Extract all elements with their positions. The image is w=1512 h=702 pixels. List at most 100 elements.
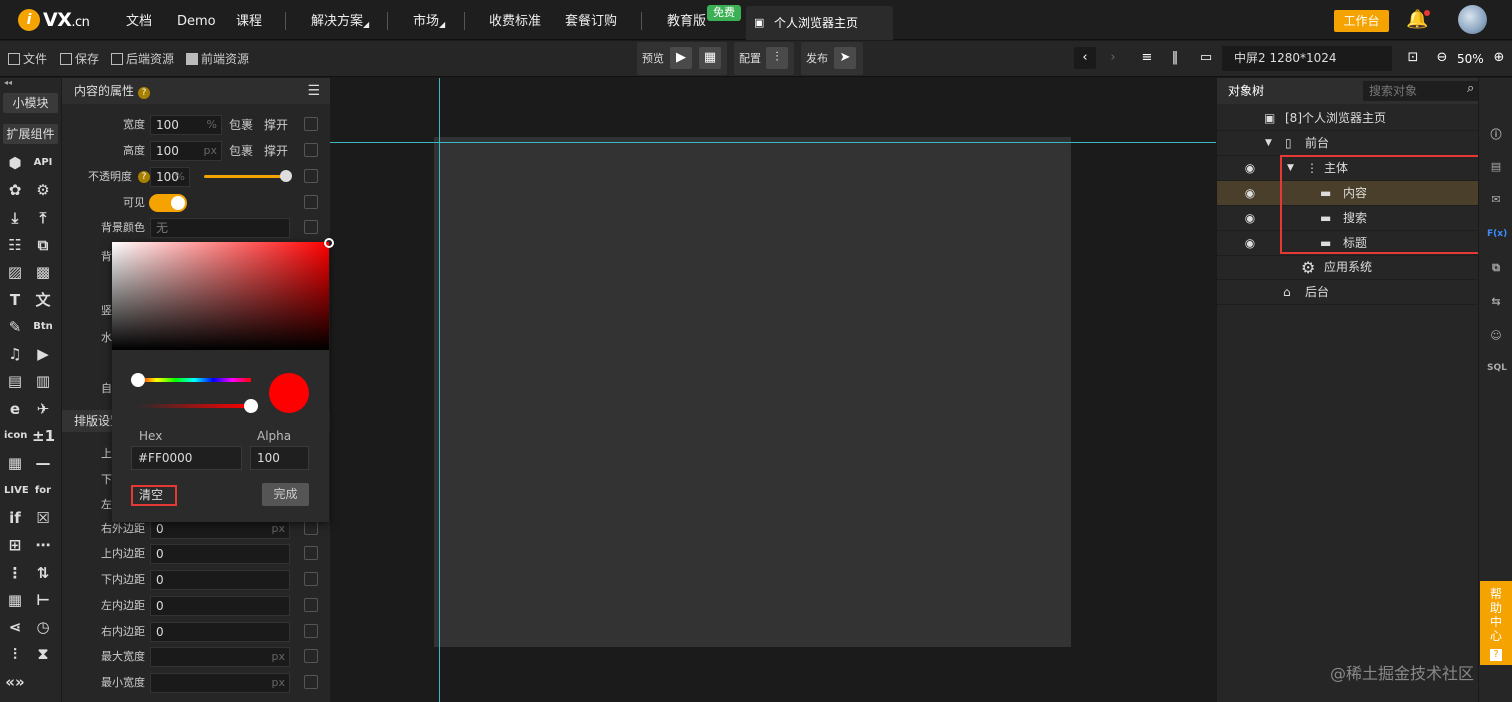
row-input[interactable]: 0 — [150, 596, 290, 616]
sql-icon[interactable]: SQL — [1487, 359, 1507, 377]
sort-icon[interactable]: ⇅ — [32, 563, 54, 583]
swap-icon[interactable]: ⇆ — [1487, 293, 1505, 311]
tree-item-frontend[interactable]: ▼ ▯ 前台 — [1217, 131, 1479, 156]
help-icon[interactable]: ? — [138, 171, 150, 183]
clock-icon[interactable]: ◷ — [32, 617, 54, 637]
copy-icon[interactable] — [304, 546, 318, 560]
code-icon[interactable]: «» — [4, 672, 26, 692]
guide-line-horizontal[interactable] — [330, 142, 1216, 143]
tab-extensions[interactable]: 扩展组件 — [3, 124, 58, 144]
video-icon[interactable]: ▶ — [32, 344, 54, 364]
back-icon[interactable]: ‹ — [1074, 47, 1096, 69]
clear-button[interactable]: 清空 — [131, 485, 177, 506]
edit-icon[interactable]: ✎ — [4, 317, 26, 337]
copy-icon[interactable] — [304, 195, 318, 209]
copy-icon[interactable] — [304, 649, 318, 663]
hex-input[interactable]: #FF0000 — [131, 446, 242, 470]
workbench-button[interactable]: 工作台 — [1334, 10, 1389, 32]
nav-docs[interactable]: 文档 — [126, 0, 152, 40]
alpha-input[interactable]: 100 — [250, 446, 309, 470]
copy-icon[interactable] — [304, 521, 318, 535]
copy-icon[interactable] — [304, 624, 318, 638]
tree-item-app-system[interactable]: ⚙ 应用系统 — [1217, 255, 1479, 280]
logo[interactable]: i VX.cn — [18, 9, 90, 31]
copy-icon[interactable] — [304, 143, 318, 157]
map-icon[interactable]: ✈ — [32, 399, 54, 419]
form-icon[interactable]: ▤ — [4, 371, 26, 391]
save-button[interactable]: 保存 — [60, 41, 99, 77]
file-button[interactable]: 文件 — [8, 41, 47, 77]
tree-item-root[interactable]: ▣ [8]个人浏览器主页 — [1217, 106, 1479, 131]
wrap-button[interactable]: 包裹 — [229, 139, 253, 163]
opacity-slider-handle[interactable] — [280, 170, 292, 182]
row-input[interactable]: 0 — [150, 544, 290, 564]
nav-pricing[interactable]: 收费标准 — [489, 0, 541, 40]
copy-icon[interactable] — [304, 675, 318, 689]
width-input[interactable]: 100% — [150, 115, 222, 135]
nav-market[interactable]: 市场◢ — [413, 0, 445, 40]
menu-icon[interactable]: ☰ — [307, 78, 320, 104]
face-icon[interactable]: ☺ — [1487, 327, 1505, 345]
zoom-in-icon[interactable]: ⊕ — [1488, 47, 1510, 69]
nav-courses[interactable]: 课程 — [236, 0, 262, 40]
search-icon[interactable]: ⌕ — [1467, 81, 1474, 96]
saturation-area[interactable] — [112, 242, 329, 350]
row-input[interactable]: px — [150, 647, 290, 667]
expand-button[interactable]: 撑开 — [264, 113, 288, 137]
copy-icon[interactable]: ⧉ — [1487, 259, 1505, 277]
cube-icon[interactable]: ⬢ — [4, 153, 26, 173]
form2-icon[interactable]: ▥ — [32, 371, 54, 391]
design-canvas-area[interactable] — [330, 78, 1216, 702]
dots-icon[interactable]: ⋯ — [32, 535, 54, 555]
hue-slider-handle[interactable] — [131, 373, 145, 387]
close-box-icon[interactable]: ☒ — [32, 508, 54, 528]
qr-icon[interactable]: ▦ — [4, 453, 26, 473]
nav-solutions[interactable]: 解决方案◢ — [311, 0, 369, 40]
eye-icon[interactable]: ◉ — [1239, 157, 1261, 179]
row-input[interactable]: 0 — [150, 622, 290, 642]
design-canvas[interactable] — [434, 137, 1071, 647]
nav-education[interactable]: 教育版 — [667, 0, 706, 40]
component-api-icon[interactable]: API — [32, 153, 54, 173]
copy-icon[interactable] — [304, 598, 318, 612]
frontend-resources-button[interactable]: 前端资源 — [186, 41, 249, 77]
forward-icon[interactable]: › — [1102, 47, 1124, 69]
slider-icon[interactable]: ⫶ — [4, 644, 26, 664]
zoom-out-icon[interactable]: ⊖ — [1431, 47, 1453, 69]
component---icon[interactable]: — — [32, 453, 54, 473]
screen-size-select[interactable]: 中屏2 1280*1024 — [1222, 46, 1392, 71]
play-icon[interactable]: ▶ — [670, 47, 692, 69]
gear-icon[interactable]: ⚙ — [32, 180, 54, 200]
info-icon[interactable]: ⓘ — [1487, 126, 1505, 144]
send-icon[interactable]: ➤ — [834, 47, 856, 69]
hourglass-icon[interactable]: ⧗ — [32, 644, 54, 664]
eye-icon[interactable]: ◉ — [1239, 232, 1261, 254]
alpha-slider-handle[interactable] — [244, 399, 258, 413]
upload-icon[interactable]: ⤒ — [32, 208, 54, 228]
tab-small-modules[interactable]: 小模块 — [3, 93, 58, 113]
copy-icon[interactable] — [304, 572, 318, 586]
done-button[interactable]: 完成 — [262, 483, 309, 506]
music-icon[interactable]: ♫ — [4, 344, 26, 364]
sliders-icon[interactable]: ⫶ — [766, 47, 788, 69]
alpha-slider[interactable] — [138, 404, 251, 408]
opacity-input[interactable]: 100% — [150, 167, 190, 187]
share-icon[interactable]: ⋖ — [4, 617, 26, 637]
height-input[interactable]: 100 px — [150, 141, 222, 161]
function-icon[interactable]: F(x) — [1487, 225, 1507, 243]
avatar[interactable] — [1458, 5, 1487, 34]
align-icon[interactable]: ≡ — [1136, 47, 1158, 69]
bgcolor-input[interactable]: 无 — [150, 218, 290, 238]
grid-icon[interactable]: ⊞ — [4, 535, 26, 555]
image2-icon[interactable]: ▩ — [32, 262, 54, 282]
fit-icon[interactable]: ⊡ — [1402, 47, 1424, 69]
table-icon[interactable]: ▦ — [4, 590, 26, 610]
component--1-icon[interactable]: ±1 — [32, 426, 55, 446]
help-icon[interactable]: ? — [138, 87, 151, 99]
flower-icon[interactable]: ✿ — [4, 180, 26, 200]
nav-demo[interactable]: Demo — [177, 0, 216, 40]
wrap-button[interactable]: 包裹 — [229, 113, 253, 137]
list-icon[interactable]: ☷ — [4, 235, 26, 255]
component-btn-icon[interactable]: Btn — [32, 317, 54, 337]
component-if-icon[interactable]: if — [4, 508, 26, 528]
